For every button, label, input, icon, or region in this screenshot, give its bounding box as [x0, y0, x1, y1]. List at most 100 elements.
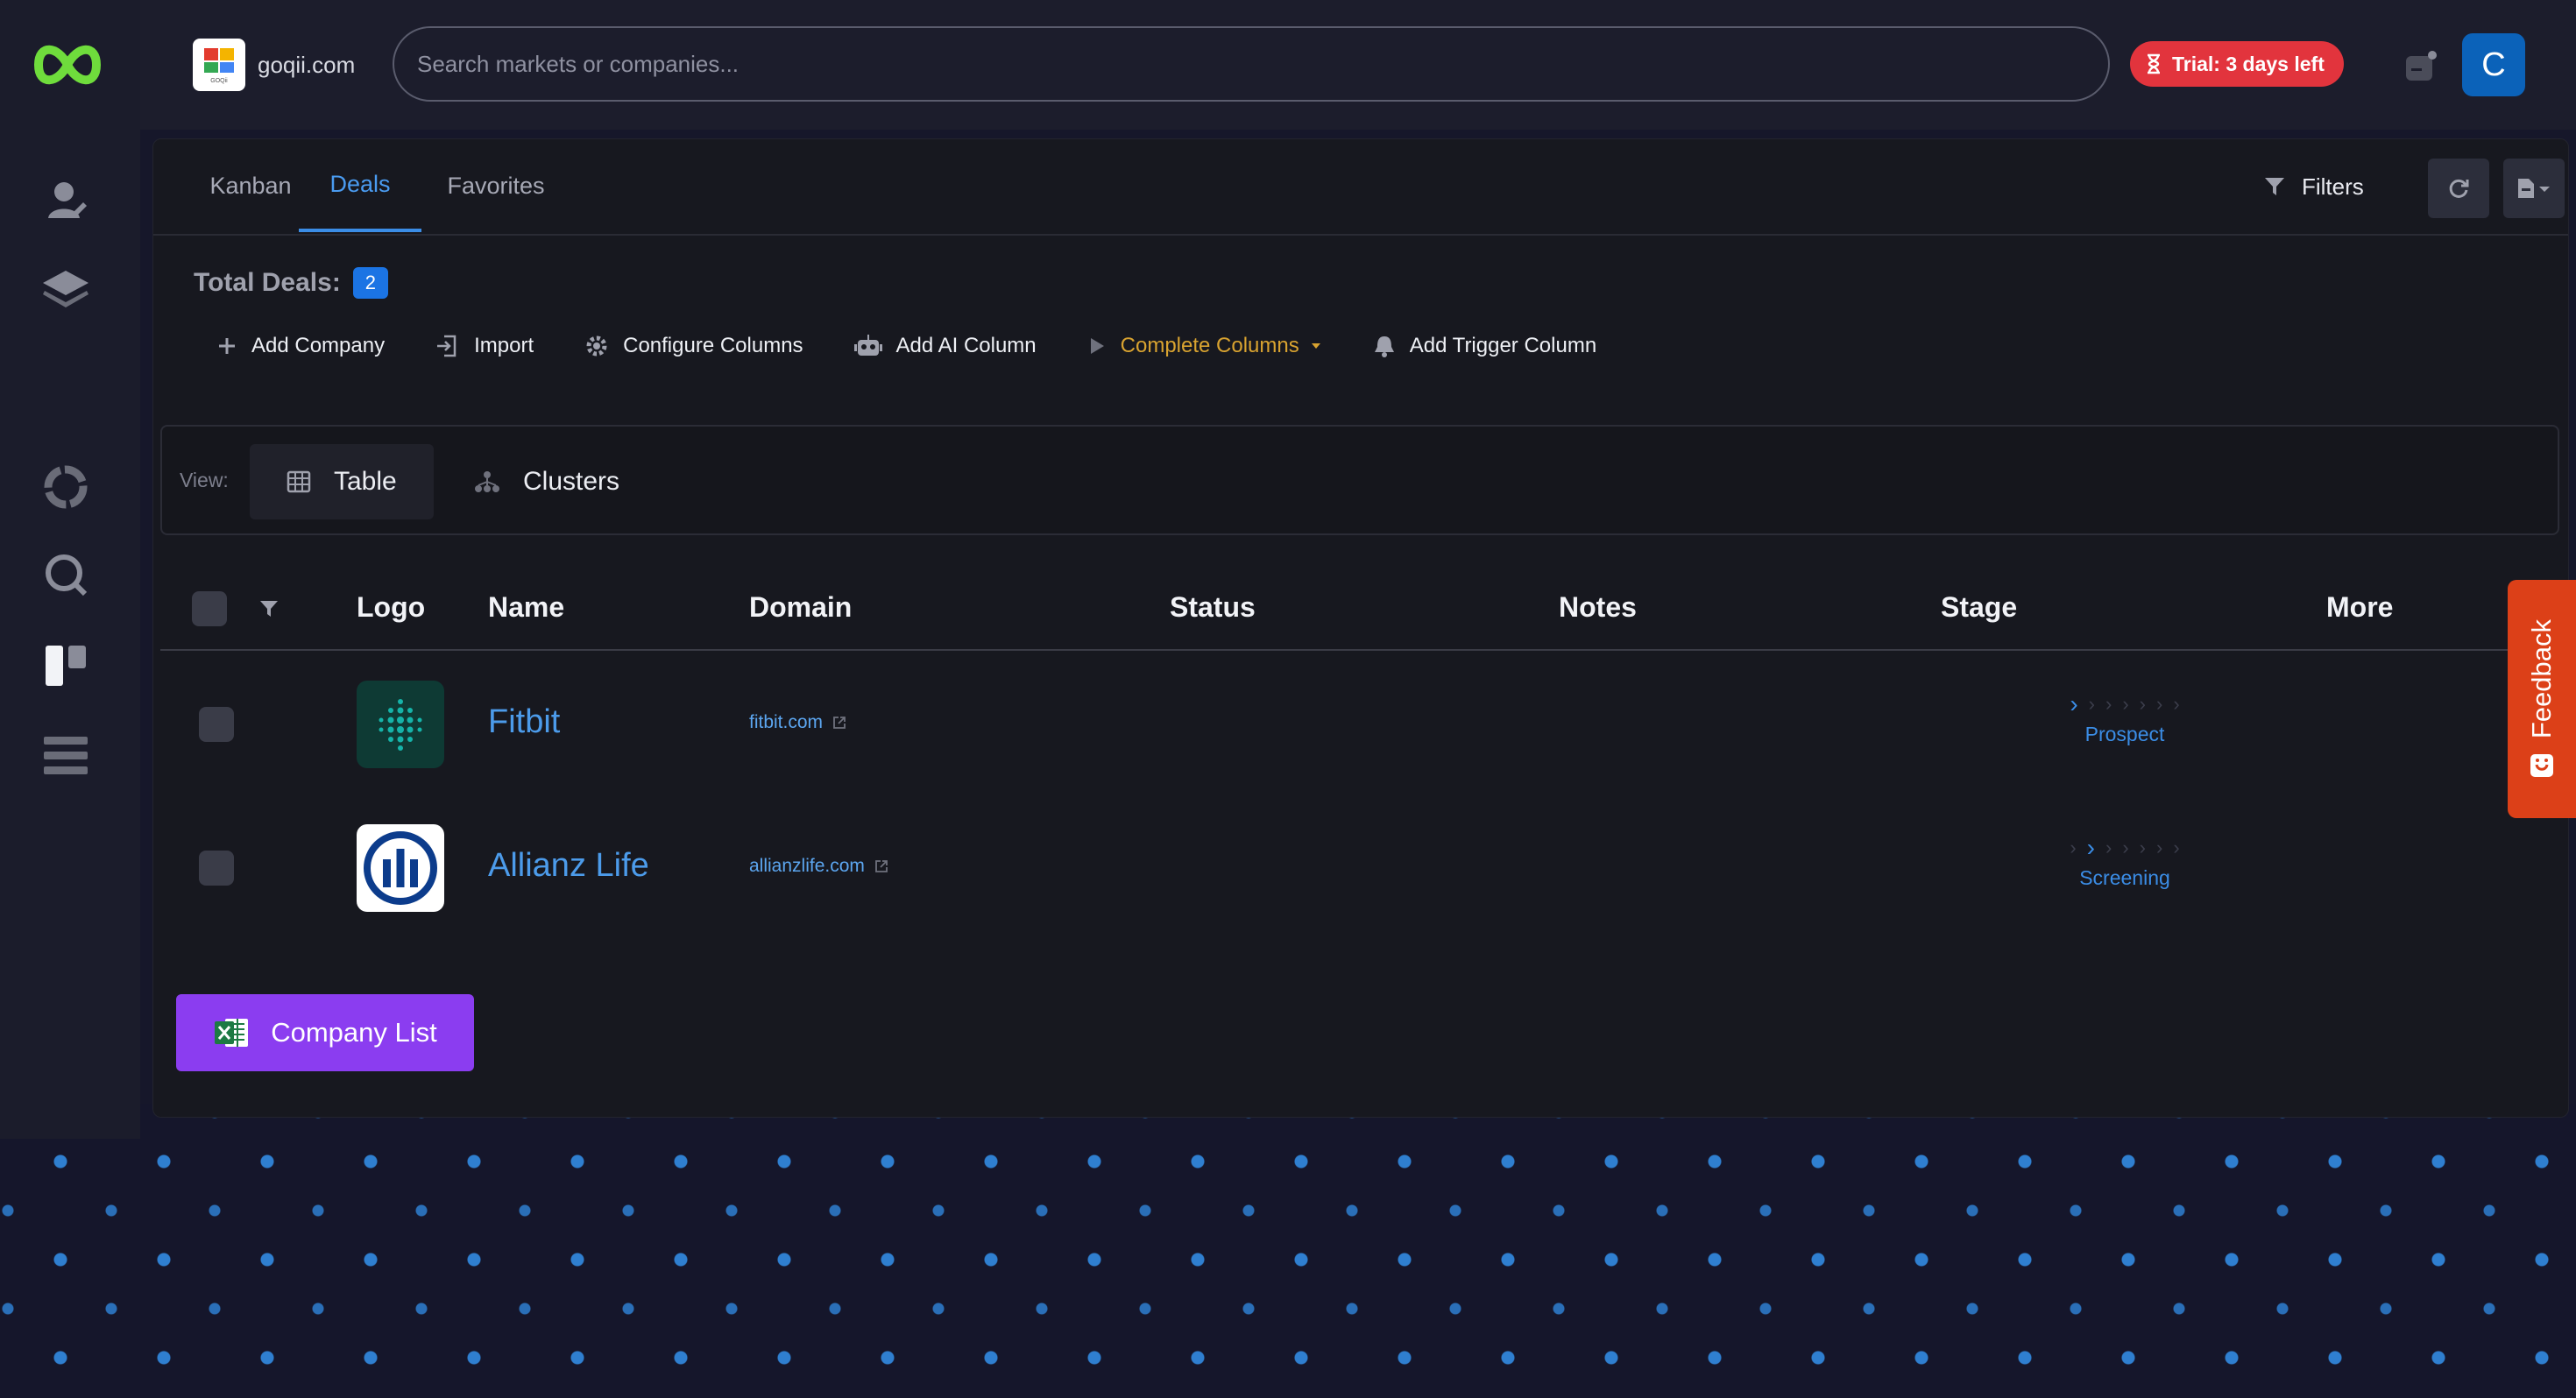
dotted-background-accent	[0, 1104, 2576, 1398]
complete-columns-button[interactable]: Complete Columns	[1087, 334, 1322, 358]
view-clusters-label: Clusters	[523, 467, 620, 496]
column-logo[interactable]: Logo	[357, 591, 425, 624]
filters-label: Filters	[2302, 173, 2364, 200]
view-switcher: View: Table Clusters	[160, 425, 2559, 535]
column-more[interactable]: More	[2326, 591, 2393, 624]
app-logo-icon[interactable]	[32, 33, 103, 96]
view-label: View:	[180, 469, 229, 491]
view-table-label: Table	[334, 467, 397, 496]
company-logo-allianz	[357, 824, 444, 912]
import-label: Import	[474, 334, 534, 357]
filters-button[interactable]: Filters	[2263, 164, 2364, 209]
analytics-icon[interactable]	[39, 460, 93, 514]
stage-label: Prospect	[2084, 723, 2165, 745]
company-domain-link[interactable]: fitbit.com	[749, 712, 847, 733]
tab-kanban[interactable]: Kanban	[185, 139, 316, 232]
stage-indicator[interactable]: › › › › › › › Prospect	[2020, 690, 2230, 746]
fitbit-logo-icon	[379, 699, 422, 751]
stage-progress-chevrons: › › › › › › ›	[2070, 834, 2180, 861]
add-company-button[interactable]: Add Company	[216, 334, 385, 358]
table-header: Logo Name Domain Status Notes Stage More	[160, 568, 2517, 651]
row-checkbox[interactable]	[199, 851, 234, 886]
total-deals-count: 2	[352, 267, 388, 299]
robot-icon	[853, 335, 882, 356]
external-link-icon	[874, 860, 888, 872]
tab-deals[interactable]: Deals	[299, 139, 421, 232]
plus-icon	[219, 338, 235, 354]
company-name[interactable]: Allianz Life	[488, 847, 649, 885]
layers-icon[interactable]	[39, 263, 93, 317]
add-ai-column-label: Add AI Column	[895, 334, 1037, 357]
add-company-label: Add Company	[251, 334, 386, 357]
tab-bar: Kanban Deals Favorites Filters	[153, 139, 2568, 236]
action-bar: Add Company Import Configure Columns Add…	[216, 334, 1647, 358]
excel-icon	[215, 1019, 249, 1047]
deals-board-icon[interactable]	[39, 638, 93, 692]
bell-icon	[1374, 336, 1394, 357]
column-name[interactable]: Name	[488, 591, 564, 624]
trial-badge[interactable]: Trial: 3 days left	[2130, 41, 2344, 87]
configure-columns-label: Configure Columns	[623, 334, 803, 357]
table-icon	[287, 470, 311, 493]
stage-indicator[interactable]: › › › › › › › Screening	[2020, 834, 2230, 890]
search-input[interactable]	[393, 26, 2110, 102]
company-list-export-button[interactable]: Company List	[176, 994, 474, 1071]
company-logo-fitbit	[357, 681, 444, 768]
external-link-icon	[833, 717, 846, 729]
export-menu-button[interactable]	[2503, 159, 2565, 218]
deals-panel: Kanban Deals Favorites Filters Total Dea…	[152, 138, 2569, 1118]
company-name[interactable]: Fitbit	[488, 703, 560, 741]
total-deals: Total Deals: 2	[194, 267, 388, 299]
configure-columns-button[interactable]: Configure Columns	[584, 334, 803, 358]
contacts-icon[interactable]	[39, 173, 93, 228]
add-trigger-column-button[interactable]: Add Trigger Column	[1373, 334, 1596, 358]
notifications-icon[interactable]	[2401, 47, 2439, 86]
funnel-icon	[2265, 178, 2284, 195]
org-logo-caption: GOQii	[210, 78, 228, 84]
hourglass-icon	[2148, 53, 2160, 74]
gear-icon	[586, 335, 607, 357]
smiley-icon	[2530, 754, 2553, 778]
left-rail	[0, 0, 140, 1139]
tab-favorites[interactable]: Favorites	[430, 139, 562, 232]
top-bar: GOQii goqii.com Trial: 3 days left C	[140, 0, 2576, 130]
column-status[interactable]: Status	[1170, 591, 1256, 624]
add-ai-column-button[interactable]: Add AI Column	[853, 334, 1037, 358]
select-all-checkbox[interactable]	[192, 591, 227, 626]
caret-down-icon	[1311, 343, 1320, 349]
org-logo: GOQii	[193, 39, 245, 91]
list-icon[interactable]	[39, 729, 93, 783]
company-list-label: Company List	[271, 1017, 437, 1048]
table-row[interactable]: Allianz Life allianzlife.com › › › › › › › Scr…	[160, 796, 2517, 940]
total-deals-label: Total Deals:	[194, 268, 341, 297]
column-domain[interactable]: Domain	[749, 591, 852, 624]
row-checkbox[interactable]	[199, 707, 234, 742]
complete-columns-label: Complete Columns	[1120, 334, 1299, 357]
trial-label: Trial: 3 days left	[2172, 52, 2325, 75]
file-dropdown-icon	[2518, 179, 2550, 198]
avatar[interactable]: C	[2462, 33, 2525, 96]
view-clusters-button[interactable]: Clusters	[437, 444, 656, 519]
company-domain: fitbit.com	[749, 712, 824, 732]
view-table-button[interactable]: Table	[250, 444, 434, 519]
org-switcher[interactable]: GOQii goqii.com	[193, 39, 355, 91]
column-notes[interactable]: Notes	[1559, 591, 1637, 624]
feedback-tab[interactable]: Feedback	[2508, 580, 2576, 818]
stage-label: Screening	[2079, 866, 2170, 889]
import-button[interactable]: Import	[435, 334, 534, 358]
add-trigger-column-label: Add Trigger Column	[1409, 334, 1597, 357]
company-domain: allianzlife.com	[749, 856, 865, 876]
column-stage[interactable]: Stage	[1941, 591, 2017, 624]
refresh-icon	[2449, 179, 2469, 198]
play-icon	[1090, 338, 1104, 354]
import-icon	[437, 335, 456, 357]
stage-progress-chevrons: › › › › › › ›	[2070, 690, 2180, 717]
refresh-button[interactable]	[2428, 159, 2489, 218]
table-row[interactable]: Fitbit fitbit.com › › › › › › › Prospect	[160, 653, 2517, 796]
clusters-icon	[475, 471, 499, 492]
company-domain-link[interactable]: allianzlife.com	[749, 856, 889, 877]
search-icon[interactable]	[39, 547, 93, 602]
org-name: goqii.com	[258, 51, 356, 78]
column-filter-icon[interactable]	[258, 598, 280, 619]
allianz-logo-icon	[364, 831, 437, 905]
